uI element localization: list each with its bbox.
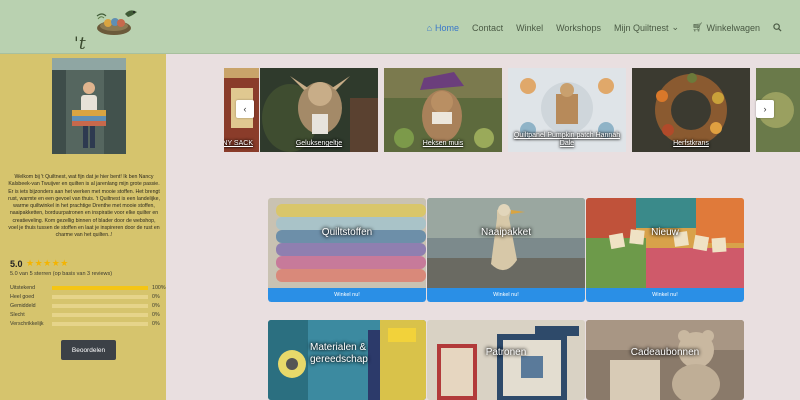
tile-image <box>427 320 585 400</box>
rating-row: Slecht 0% <box>10 310 166 319</box>
nest-logo-icon <box>96 10 137 35</box>
tile-image <box>586 198 744 288</box>
nav-mijn-quiltnest[interactable]: Mijn Quiltnest ⌄ <box>614 22 679 33</box>
category-tile-nieuw[interactable]: Nieuw Winkel nu! <box>586 198 744 302</box>
carousel-slide[interactable]: Herfstkrans <box>632 68 750 152</box>
owner-photo <box>52 58 126 154</box>
main-navigation: ⌂ Home Contact Winkel Workshops Mijn Qui… <box>414 22 782 33</box>
rating-row-label: Slecht <box>10 311 25 318</box>
tile-title: Quiltstoffen <box>321 227 373 238</box>
category-tile-cadeaubonnen[interactable]: Cadeaubonnen <box>586 320 744 400</box>
nav-mijn-quiltnest-label: Mijn Quiltnest <box>613 22 669 33</box>
rating-row: Heel goed 0% <box>10 292 166 301</box>
nav-contact-label: Contact <box>472 22 504 33</box>
category-tile-naaipakket[interactable]: Naaipakket Winkel nu! <box>427 198 585 302</box>
nav-winkel[interactable]: Winkel <box>516 22 543 33</box>
rating-caption: 5.0 van 5 sterren (op basis van 3 review… <box>10 271 113 277</box>
carousel-slide[interactable]: Geluksengeltje <box>260 68 378 152</box>
rating-bar <box>52 312 148 317</box>
shop-now-button[interactable]: Winkel nu! <box>427 288 585 302</box>
tile-title: Cadeaubonnen <box>630 347 700 358</box>
home-icon: ⌂ <box>426 22 433 33</box>
carousel-slide[interactable]: Heksen muis <box>384 68 502 152</box>
nav-winkelwagen-label: Winkelwagen <box>706 22 760 33</box>
rating-row-pct: 0% <box>152 311 160 318</box>
tile-title: Materialen & gereedschap <box>310 342 368 365</box>
carousel-slide[interactable]: Quiltpanel Pumpkin patch Hannah Dale <box>508 68 626 152</box>
rating-bar <box>52 294 148 299</box>
nav-workshops-label: Workshops <box>556 22 601 33</box>
rating-bar <box>52 285 148 290</box>
tile-image <box>586 320 744 400</box>
slide-label: Geluksengeltje <box>295 140 343 147</box>
rating-row-pct: 0% <box>152 293 160 300</box>
category-tile-quiltstoffen[interactable]: Quiltstoffen Winkel nu! <box>268 198 426 302</box>
cart-icon: 🛒︎ <box>692 22 704 32</box>
chevron-right-icon: › <box>763 104 767 114</box>
category-tile-materialen[interactable]: Materialen & gereedschap <box>268 320 426 400</box>
sidebar: Welkom bij 't Quiltnest, wat fijn dat je… <box>0 54 166 400</box>
rating-bar-fill <box>52 285 148 290</box>
nav-winkelwagen[interactable]: 🛒︎ Winkelwagen <box>692 22 760 33</box>
rating-bar <box>52 321 148 326</box>
nav-home[interactable]: ⌂ Home <box>427 22 459 33</box>
review-button[interactable]: Beoordelen <box>61 340 116 360</box>
rating-row-label: Heel goed <box>10 293 35 300</box>
carousel-next-button[interactable]: › <box>756 100 774 118</box>
nav-contact[interactable]: Contact <box>472 22 503 33</box>
rating-score: 5.0 <box>10 259 23 269</box>
tile-title: Patronen <box>485 347 527 358</box>
star-rating-icon: ★★★★★ <box>26 258 69 268</box>
category-tile-patronen[interactable]: Patronen <box>427 320 585 400</box>
rating-row-label: Verschrikkelijk <box>10 320 44 327</box>
nav-home-label: Home <box>435 22 460 33</box>
tile-image <box>427 198 585 288</box>
rating-row: Uitstekend 100% <box>10 283 166 292</box>
slide-label: NY SACK <box>224 140 253 147</box>
rating-row-pct: 100% <box>152 284 166 291</box>
rating-row-label: Gemiddeld <box>10 302 36 309</box>
nav-workshops[interactable]: Workshops <box>556 22 601 33</box>
search-icon <box>773 23 782 32</box>
nav-winkel-label: Winkel <box>516 22 544 33</box>
tile-title: Nieuw <box>651 227 679 238</box>
slide-label: Heksen muis <box>422 140 464 147</box>
chevron-left-icon: ‹ <box>243 104 247 114</box>
rating-bar <box>52 303 148 308</box>
tile-title: Naaipakket <box>480 227 532 238</box>
tile-image <box>268 198 426 288</box>
rating-row-pct: 0% <box>152 302 160 309</box>
search-button[interactable] <box>773 22 782 33</box>
rating-row-pct: 0% <box>152 320 160 327</box>
product-carousel: NY SACK Geluksengeltje Heksen muis Quilt… <box>224 68 800 152</box>
rating-breakdown: Uitstekend 100% Heel goed 0% Gemiddeld 0… <box>10 283 166 328</box>
site-logo[interactable]: 't Quiltnest <box>38 3 155 74</box>
slide-label: Herfstkrans <box>673 140 709 147</box>
carousel-prev-button[interactable]: ‹ <box>236 100 254 118</box>
site-header: 't Quiltnest ⌂ Home Contact Winkel Works… <box>0 0 800 74</box>
chevron-down-icon: ⌄ <box>671 22 680 32</box>
slide-label: Quiltpanel Pumpkin patch Hannah Dale <box>513 132 621 147</box>
shop-now-button[interactable]: Winkel nu! <box>268 288 426 302</box>
rating-row-label: Uitstekend <box>10 284 36 291</box>
rating-row: Gemiddeld 0% <box>10 301 166 310</box>
shop-now-button[interactable]: Winkel nu! <box>586 288 744 302</box>
intro-text: Welkom bij 't Quiltnest, wat fijn dat je… <box>8 174 160 239</box>
rating-row: Verschrikkelijk 0% <box>10 319 166 328</box>
